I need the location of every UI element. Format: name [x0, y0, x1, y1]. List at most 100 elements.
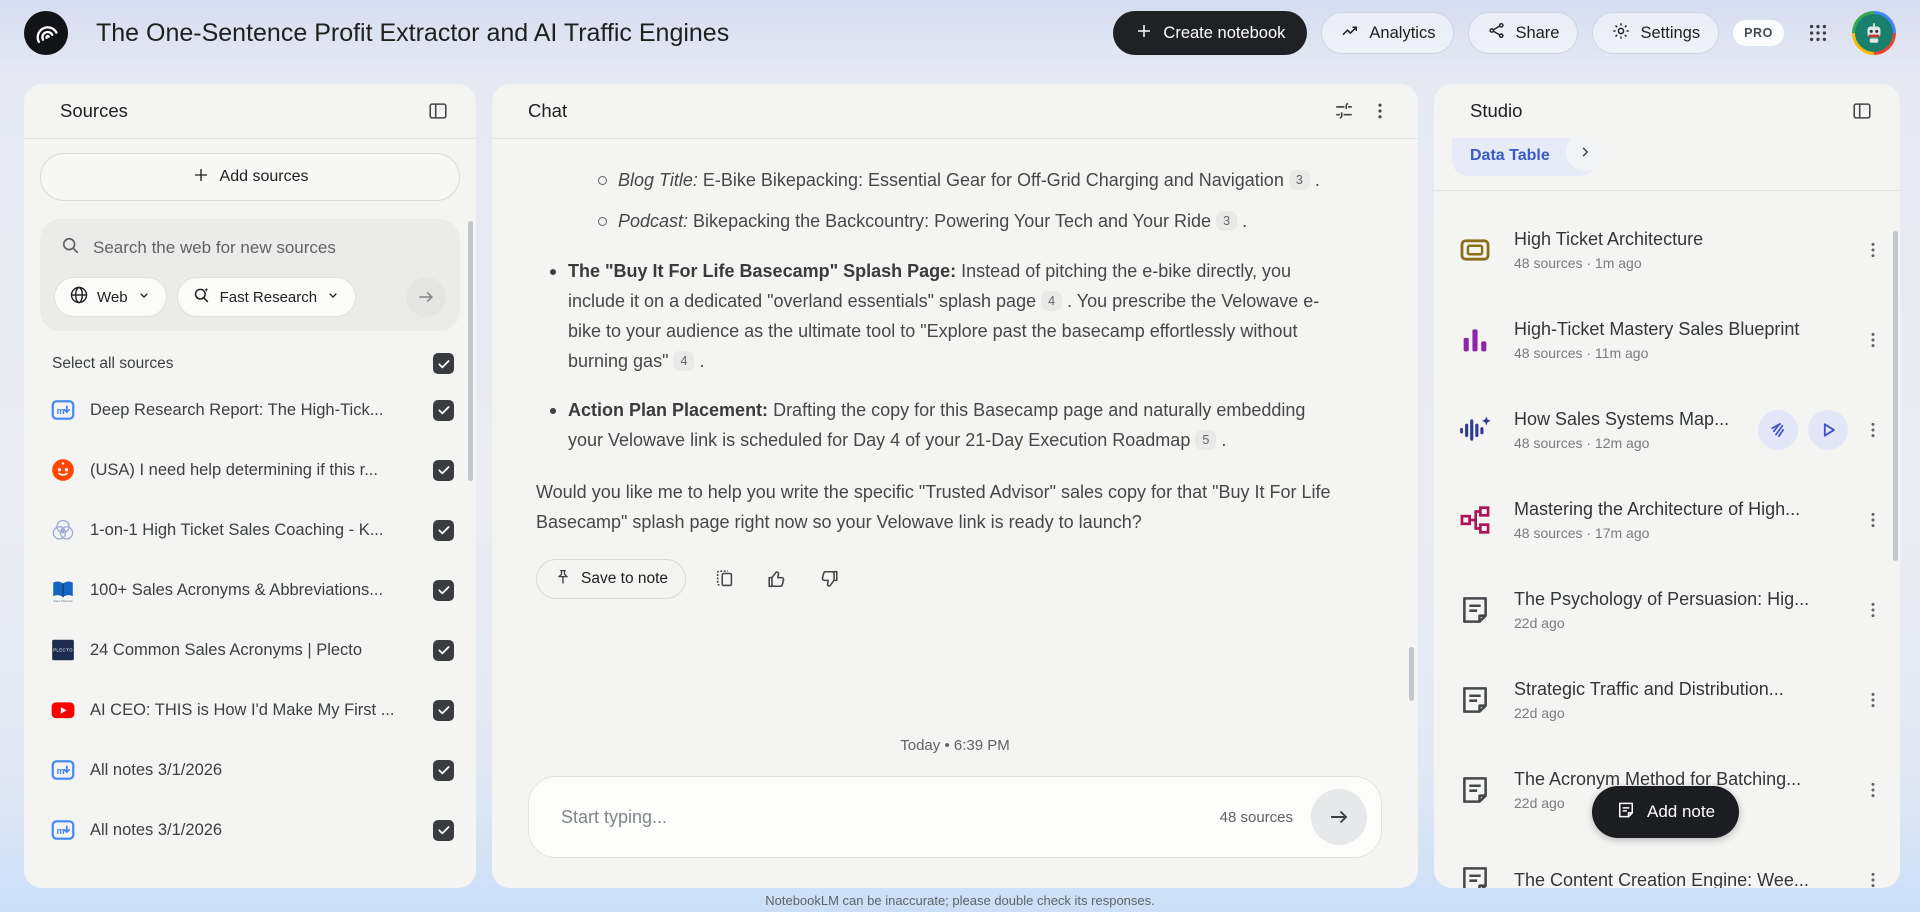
book-icon: Sales Playbook: [50, 577, 76, 603]
citation-badge[interactable]: 3: [1288, 170, 1310, 190]
research-mode-chip[interactable]: Fast Research: [176, 277, 357, 317]
source-row[interactable]: m All notes 3/1/2026: [40, 740, 460, 800]
collapse-panel-icon[interactable]: [420, 93, 456, 129]
source-title: 100+ Sales Acronyms & Abbreviations...: [90, 580, 384, 599]
source-checkbox[interactable]: [433, 519, 454, 541]
spark-search-icon: [192, 285, 212, 309]
analytics-button[interactable]: Analytics: [1321, 12, 1455, 54]
source-row[interactable]: 1-on-1 High Ticket Sales Coaching - K...: [40, 500, 460, 560]
source-title: Deep Research Report: The High-Tick...: [90, 400, 384, 419]
search-input[interactable]: [93, 238, 440, 258]
source-checkbox[interactable]: [433, 399, 454, 421]
sources-scrollbar[interactable]: [468, 221, 473, 481]
assistant-closing-question: Would you like me to help you write the …: [536, 482, 1331, 532]
venn-icon: [50, 517, 76, 543]
user-avatar[interactable]: [1852, 11, 1896, 55]
studio-output-chips: Data Table: [1434, 138, 1900, 190]
bold-text: Action Plan Placement:: [568, 400, 769, 420]
item-menu-icon[interactable]: [1856, 593, 1890, 627]
source-title: 24 Common Sales Acronyms | Plecto: [90, 640, 363, 659]
notebooklm-logo[interactable]: [24, 11, 68, 55]
studio-item-meta: 48 sources · 17m ago: [1514, 525, 1650, 541]
item-menu-icon[interactable]: [1856, 233, 1890, 267]
select-all-checkbox[interactable]: [433, 353, 454, 374]
chevron-right-icon[interactable]: [1565, 138, 1604, 171]
web-scope-chip[interactable]: Web: [54, 277, 167, 317]
source-checkbox[interactable]: [433, 699, 454, 721]
thumbs-up-icon[interactable]: [764, 566, 790, 592]
top-header: The One-Sentence Profit Extractor and AI…: [0, 0, 1920, 66]
apps-grid-icon[interactable]: [1798, 13, 1838, 53]
source-row[interactable]: m All notes 3/1/2026: [40, 800, 460, 860]
item-menu-icon[interactable]: [1856, 323, 1890, 357]
source-checkbox[interactable]: [433, 459, 454, 481]
create-notebook-button[interactable]: Create notebook: [1113, 11, 1308, 55]
source-row[interactable]: AI CEO: THIS is How I'd Make My First ..…: [40, 680, 460, 740]
chat-input-container: 48 sources: [528, 776, 1382, 858]
chat-timestamp: Today • 6:39 PM: [900, 737, 1010, 754]
studio-item-title: Strategic Traffic and Distribution...: [1514, 679, 1784, 699]
studio-item-text: Strategic Traffic and Distribution... 22d…: [1514, 679, 1848, 721]
studio-item-row[interactable]: High Ticket Architecture 48 sources · 1m …: [1458, 205, 1890, 295]
studio-item-row[interactable]: Strategic Traffic and Distribution... 22d…: [1458, 655, 1890, 745]
sources-panel-title: Sources: [60, 100, 128, 121]
item-menu-icon[interactable]: [1856, 503, 1890, 537]
studio-scrollbar[interactable]: [1893, 231, 1898, 561]
thumbs-down-icon[interactable]: [816, 566, 842, 592]
more-menu-icon[interactable]: [1362, 93, 1398, 129]
add-note-button[interactable]: Add note: [1592, 786, 1740, 838]
body-text: .: [1216, 430, 1227, 450]
share-button[interactable]: Share: [1468, 12, 1579, 54]
source-row[interactable]: PLECTO 24 Common Sales Acronyms | Plecto: [40, 620, 460, 680]
disclaimer-text: NotebookLM can be inaccurate; please dou…: [765, 893, 1155, 908]
globe-icon: [69, 285, 89, 309]
chat-sub-bullet: Podcast: Bikepacking the Backcountry: Po…: [598, 206, 1338, 236]
studio-item-row[interactable]: The Psychology of Persuasion: Hig... 22d …: [1458, 565, 1890, 655]
citation-badge[interactable]: 4: [673, 351, 695, 371]
chat-input[interactable]: [561, 806, 1220, 828]
send-button[interactable]: [1311, 789, 1367, 845]
source-checkbox[interactable]: [433, 639, 454, 661]
copy-icon[interactable]: [712, 566, 738, 592]
chevron-down-icon: [325, 287, 341, 307]
source-title: All notes 3/1/2026: [90, 760, 223, 779]
flashcards-icon: [1458, 233, 1492, 267]
play-audio-button[interactable]: [1808, 410, 1848, 450]
chat-sub-bullet: Blog Title: E-Bike Bikepacking: Essentia…: [598, 165, 1338, 195]
studio-item-row[interactable]: The Content Creation Engine: Wee...: [1458, 835, 1890, 888]
notes-source-icon: m: [50, 817, 76, 843]
body-text: .: [1309, 170, 1320, 190]
citation-badge[interactable]: 4: [1041, 291, 1063, 311]
studio-item-text: How Sales Systems Map... 48 sources · 12m…: [1514, 409, 1748, 451]
svg-text:PLECTO: PLECTO: [53, 648, 73, 653]
add-sources-button[interactable]: Add sources: [40, 153, 460, 201]
citation-badge[interactable]: 5: [1195, 430, 1217, 450]
notebook-title[interactable]: The One-Sentence Profit Extractor and AI…: [96, 19, 1097, 48]
interactive-mode-button[interactable]: [1758, 410, 1798, 450]
source-row[interactable]: m Deep Research Report: The High-Tick...: [40, 380, 460, 440]
web-search-card: Web Fast Research: [40, 219, 460, 331]
source-checkbox[interactable]: [433, 579, 454, 601]
studio-item-row[interactable]: High-Ticket Mastery Sales Blueprint 48 so…: [1458, 295, 1890, 385]
settings-button[interactable]: Settings: [1592, 12, 1720, 54]
item-menu-icon[interactable]: [1856, 683, 1890, 717]
save-to-note-button[interactable]: Save to note: [536, 559, 687, 599]
chat-panel-title: Chat: [528, 100, 568, 121]
studio-item-text: Mastering the Architecture of High... 48 …: [1514, 499, 1848, 541]
studio-item-row[interactable]: How Sales Systems Map... 48 sources · 12m…: [1458, 385, 1890, 475]
item-menu-icon[interactable]: [1856, 413, 1890, 447]
chat-scrollbar[interactable]: [1409, 647, 1414, 701]
source-checkbox[interactable]: [433, 759, 454, 781]
studio-item-meta: 48 sources · 11m ago: [1514, 345, 1649, 361]
source-row[interactable]: Sales Playbook 100+ Sales Acronyms & Abbr…: [40, 560, 460, 620]
svg-text:m: m: [57, 406, 65, 416]
collapse-panel-icon[interactable]: [1844, 93, 1880, 129]
source-row[interactable]: (USA) I need help determining if this r.…: [40, 440, 460, 500]
search-submit-button[interactable]: [406, 277, 446, 317]
tune-icon[interactable]: [1326, 93, 1362, 129]
studio-item-row[interactable]: Mastering the Architecture of High... 48 …: [1458, 475, 1890, 565]
citation-badge[interactable]: 3: [1216, 211, 1238, 231]
source-checkbox[interactable]: [433, 819, 454, 841]
item-menu-icon[interactable]: [1856, 863, 1890, 888]
item-menu-icon[interactable]: [1856, 773, 1890, 807]
